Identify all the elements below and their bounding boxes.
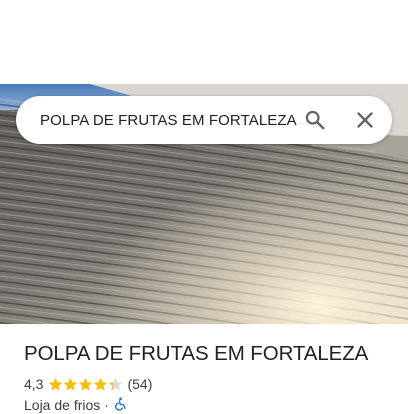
rating-stars <box>48 377 123 392</box>
wheelchair-icon <box>113 397 127 414</box>
rating-value: 4,3 <box>24 376 44 392</box>
review-count[interactable]: (54) <box>127 376 152 392</box>
separator-dot: · <box>104 397 109 413</box>
star-icon <box>79 377 93 390</box>
star-icon <box>64 377 78 390</box>
rating-row[interactable]: 4,3 (54) <box>24 375 394 393</box>
star-icon <box>94 377 108 390</box>
top-blank-area <box>0 0 408 84</box>
search-icon[interactable] <box>298 103 332 137</box>
search-bar[interactable]: POLPA DE FRUTAS EM FORTALEZA <box>16 96 392 144</box>
star-icon <box>49 377 63 390</box>
place-title[interactable]: POLPA DE FRUTAS EM FORTALEZA <box>24 340 394 368</box>
search-input[interactable]: POLPA DE FRUTAS EM FORTALEZA <box>40 112 298 129</box>
category-row: Loja de frios · <box>24 396 394 414</box>
close-icon[interactable] <box>348 103 382 137</box>
place-info-panel: POLPA DE FRUTAS EM FORTALEZA 4,3 (54) Lo… <box>24 340 394 414</box>
star-icon <box>109 377 123 390</box>
place-category: Loja de frios <box>24 397 101 413</box>
